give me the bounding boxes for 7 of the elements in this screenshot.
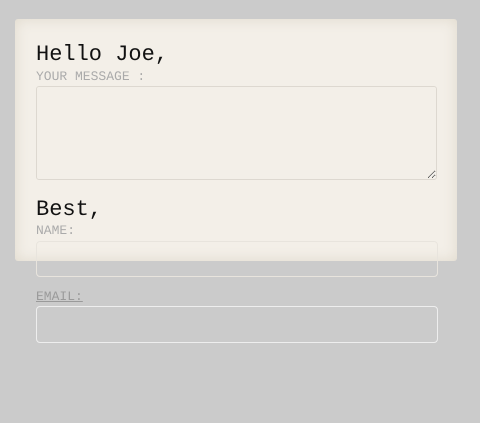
field-label: NAME: xyxy=(36,224,76,238)
name-field[interactable] xyxy=(36,241,438,277)
message-field[interactable] xyxy=(36,86,437,180)
email-field[interactable] xyxy=(36,306,438,343)
closing: Best, xyxy=(36,196,104,224)
greeting: Hello Joe, xyxy=(36,41,170,69)
field-label: YOUR MESSAGE : xyxy=(36,69,146,85)
